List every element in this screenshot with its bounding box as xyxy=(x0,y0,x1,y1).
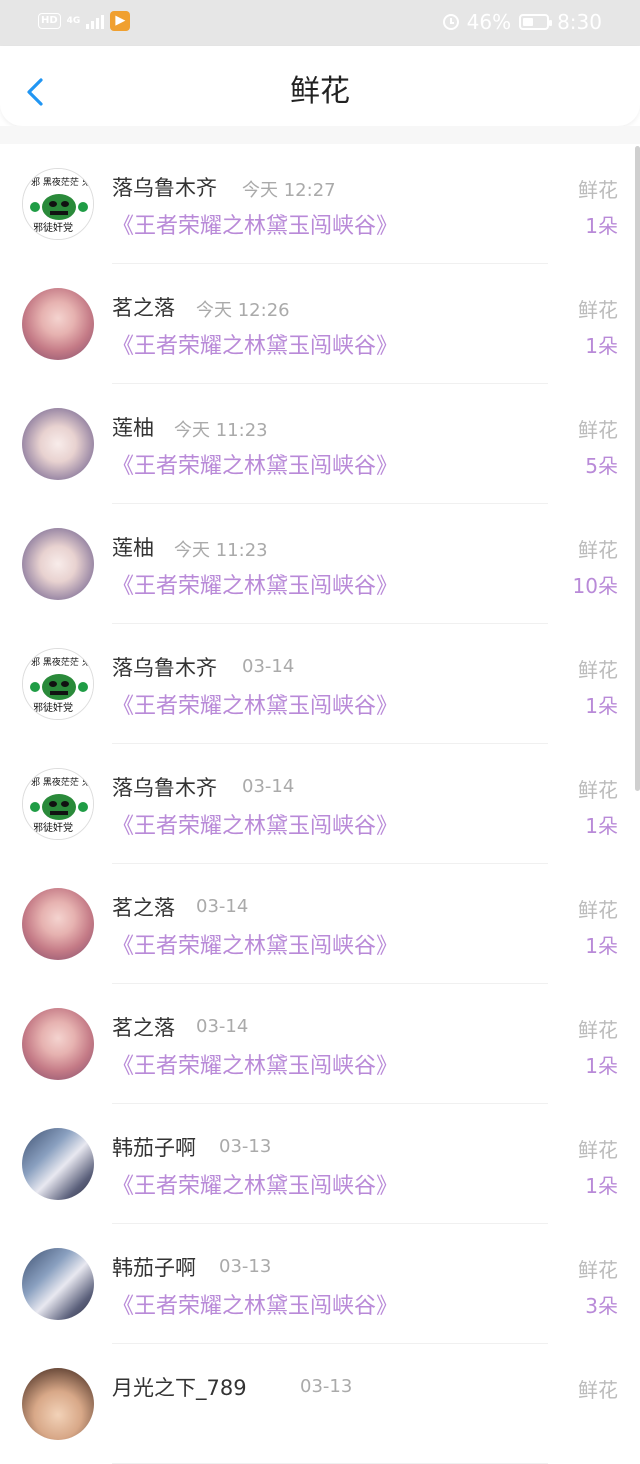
status-right: 46% 8:30 xyxy=(442,10,602,34)
app-notification-icon: ▶ xyxy=(110,11,131,31)
gift-count: 1朵 xyxy=(585,1054,618,1078)
svg-text:邪徒奸党: 邪徒奸党 xyxy=(33,821,73,834)
avatar[interactable] xyxy=(22,1128,94,1200)
battery-icon xyxy=(519,14,553,30)
gift-count: 1朵 xyxy=(585,214,618,238)
gift-count: 1朵 xyxy=(585,814,618,838)
user-name[interactable]: 落乌鲁木齐 xyxy=(112,772,217,802)
scrollbar[interactable] xyxy=(635,146,640,791)
network-type: 4G xyxy=(66,15,81,26)
book-title-link[interactable]: 《王者荣耀之林黛玉闯峡谷》 xyxy=(112,328,398,360)
avatar[interactable] xyxy=(22,888,94,960)
gift-type: 鲜花 xyxy=(578,1018,618,1042)
gift-time: 今天 12:27 xyxy=(242,180,336,201)
gift-type: 鲜花 xyxy=(578,1138,618,1162)
gift-type: 鲜花 xyxy=(578,898,618,922)
gift-type: 鲜花 xyxy=(578,418,618,442)
gift-record-row[interactable]: 邪 黑夜茫茫 鬼邪徒奸党 落乌鲁木齐 03-14 《王者荣耀之林黛玉闯峡谷》 鲜花 1朵 xyxy=(0,744,640,864)
gift-time: 03-14 xyxy=(196,1016,249,1037)
signal-icon xyxy=(86,13,105,29)
user-name[interactable]: 茗之落 xyxy=(112,292,175,322)
avatar[interactable] xyxy=(22,408,94,480)
book-title-link[interactable]: 《王者荣耀之林黛玉闯峡谷》 xyxy=(112,568,398,600)
svg-text:邪 黑夜茫茫 鬼: 邪 黑夜茫茫 鬼 xyxy=(31,176,91,188)
user-name[interactable]: 落乌鲁木齐 xyxy=(112,652,217,682)
book-title-link[interactable]: 《王者荣耀之林黛玉闯峡谷》 xyxy=(112,688,398,720)
gift-time: 今天 11:23 xyxy=(174,420,268,441)
gift-type: 鲜花 xyxy=(578,538,618,562)
gift-count: 5朵 xyxy=(585,454,618,478)
gift-type: 鲜花 xyxy=(578,1378,618,1402)
avatar[interactable]: 邪 黑夜茫茫 鬼邪徒奸党 xyxy=(22,168,94,240)
gift-record-row[interactable]: 韩茄子啊 03-13 《王者荣耀之林黛玉闯峡谷》 鲜花 3朵 xyxy=(0,1224,640,1344)
gift-type: 鲜花 xyxy=(578,178,618,202)
svg-text:邪徒奸党: 邪徒奸党 xyxy=(33,221,73,234)
avatar[interactable]: 邪 黑夜茫茫 鬼邪徒奸党 xyxy=(22,768,94,840)
gift-count: 10朵 xyxy=(572,574,618,598)
avatar[interactable] xyxy=(22,1368,94,1440)
gift-record-row[interactable]: 莲柚 今天 11:23 《王者荣耀之林黛玉闯峡谷》 鲜花 10朵 xyxy=(0,504,640,624)
avatar[interactable] xyxy=(22,1248,94,1320)
gift-time: 今天 12:26 xyxy=(196,300,290,321)
page-title: 鲜花 xyxy=(290,74,350,109)
gift-time: 03-14 xyxy=(242,656,295,677)
gift-count: 1朵 xyxy=(585,334,618,358)
gift-record-row[interactable]: 茗之落 03-14 《王者荣耀之林黛玉闯峡谷》 鲜花 1朵 xyxy=(0,984,640,1104)
gift-record-list: 邪 黑夜茫茫 鬼邪徒奸党 落乌鲁木齐 今天 12:27 《王者荣耀之林黛玉闯峡谷》 鲜花… xyxy=(0,144,640,1464)
gift-time: 03-13 xyxy=(219,1256,272,1277)
gift-record-row[interactable]: 莲柚 今天 11:23 《王者荣耀之林黛玉闯峡谷》 鲜花 5朵 xyxy=(0,384,640,504)
gift-record-row[interactable]: 邪 黑夜茫茫 鬼邪徒奸党 落乌鲁木齐 今天 12:27 《王者荣耀之林黛玉闯峡谷》 鲜花… xyxy=(0,144,640,264)
book-title-link[interactable]: 《王者荣耀之林黛玉闯峡谷》 xyxy=(112,448,398,480)
user-name[interactable]: 韩茄子啊 xyxy=(112,1132,196,1162)
gift-count: 1朵 xyxy=(585,694,618,718)
battery-percent: 46% xyxy=(466,10,512,34)
gift-time: 今天 11:23 xyxy=(174,540,268,561)
user-name[interactable]: 韩茄子啊 xyxy=(112,1252,196,1282)
avatar[interactable] xyxy=(22,528,94,600)
avatar[interactable] xyxy=(22,288,94,360)
meme-avatar-image: 邪 黑夜茫茫 鬼邪徒奸党 xyxy=(23,769,93,839)
svg-text:邪 黑夜茫茫 鬼: 邪 黑夜茫茫 鬼 xyxy=(31,776,91,788)
book-title-link[interactable]: 《王者荣耀之林黛玉闯峡谷》 xyxy=(112,1168,398,1200)
gift-type: 鲜花 xyxy=(578,658,618,682)
gift-count: 3朵 xyxy=(585,1294,618,1318)
gift-time: 03-13 xyxy=(219,1136,272,1157)
gift-record-row[interactable]: 茗之落 03-14 《王者荣耀之林黛玉闯峡谷》 鲜花 1朵 xyxy=(0,864,640,984)
book-title-link[interactable]: 《王者荣耀之林黛玉闯峡谷》 xyxy=(112,928,398,960)
gift-record-row[interactable]: 月光之下_789 03-13 鲜花 xyxy=(0,1344,640,1464)
book-title-link[interactable]: 《王者荣耀之林黛玉闯峡谷》 xyxy=(112,1048,398,1080)
user-name[interactable]: 茗之落 xyxy=(112,892,175,922)
user-name[interactable]: 莲柚 xyxy=(112,532,154,562)
book-title-link[interactable]: 《王者荣耀之林黛玉闯峡谷》 xyxy=(112,808,398,840)
status-left: HD 4G ▶ xyxy=(38,11,131,31)
avatar[interactable] xyxy=(22,1008,94,1080)
svg-text:邪 黑夜茫茫 鬼: 邪 黑夜茫茫 鬼 xyxy=(31,656,91,668)
gift-type: 鲜花 xyxy=(578,1258,618,1282)
gift-type: 鲜花 xyxy=(578,298,618,322)
svg-text:邪徒奸党: 邪徒奸党 xyxy=(33,701,73,714)
book-title-link[interactable]: 《王者荣耀之林黛玉闯峡谷》 xyxy=(112,208,398,240)
avatar[interactable]: 邪 黑夜茫茫 鬼邪徒奸党 xyxy=(22,648,94,720)
hd-badge: HD xyxy=(38,13,61,29)
user-name[interactable]: 月光之下_789 xyxy=(112,1372,247,1402)
gift-record-row[interactable]: 邪 黑夜茫茫 鬼邪徒奸党 落乌鲁木齐 03-14 《王者荣耀之林黛玉闯峡谷》 鲜花 1朵 xyxy=(0,624,640,744)
meme-avatar-image: 邪 黑夜茫茫 鬼邪徒奸党 xyxy=(23,649,93,719)
gift-time: 03-14 xyxy=(242,776,295,797)
header-divider xyxy=(0,126,640,144)
gift-count: 1朵 xyxy=(585,934,618,958)
gift-record-row[interactable]: 茗之落 今天 12:26 《王者荣耀之林黛玉闯峡谷》 鲜花 1朵 xyxy=(0,264,640,384)
user-name[interactable]: 茗之落 xyxy=(112,1012,175,1042)
user-name[interactable]: 落乌鲁木齐 xyxy=(112,172,217,202)
gift-record-row[interactable]: 韩茄子啊 03-13 《王者荣耀之林黛玉闯峡谷》 鲜花 1朵 xyxy=(0,1104,640,1224)
gift-count: 1朵 xyxy=(585,1174,618,1198)
alarm-icon xyxy=(442,14,459,30)
user-name[interactable]: 莲柚 xyxy=(112,412,154,442)
gift-type: 鲜花 xyxy=(578,778,618,802)
status-bar: HD 4G ▶ 46% 8:30 xyxy=(0,0,640,46)
status-time: 8:30 xyxy=(557,10,602,34)
gift-time: 03-14 xyxy=(196,896,249,917)
book-title-link[interactable]: 《王者荣耀之林黛玉闯峡谷》 xyxy=(112,1288,398,1320)
meme-avatar-image: 邪 黑夜茫茫 鬼邪徒奸党 xyxy=(23,169,93,239)
navigation-bar: 鲜花 xyxy=(0,46,640,126)
